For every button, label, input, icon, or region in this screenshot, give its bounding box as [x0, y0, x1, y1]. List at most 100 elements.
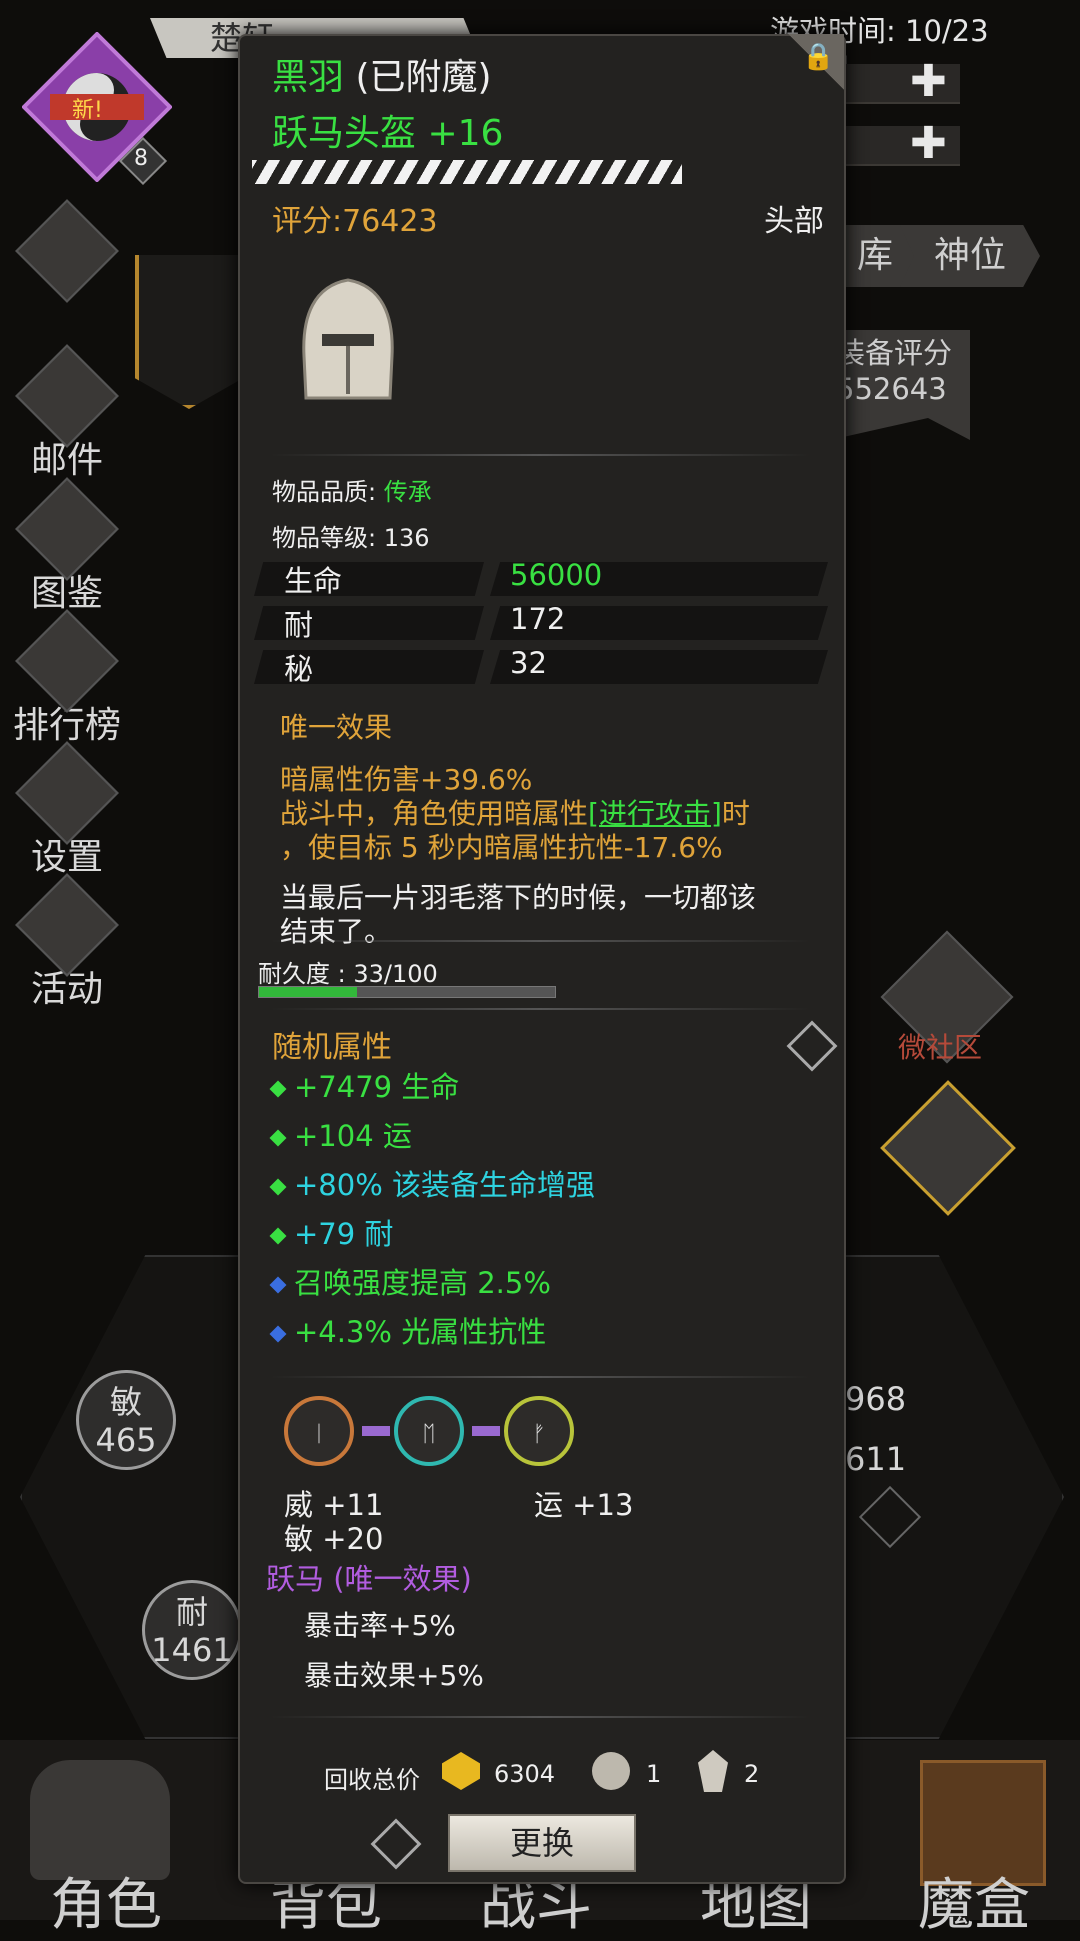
flavor-text-2: 结束了。 — [280, 915, 393, 948]
quality-value: 传承 — [383, 478, 432, 506]
random-attribute: +79 耐 — [269, 1211, 393, 1253]
banner — [135, 255, 243, 409]
random-attribute-text: +4.3% 光属性抗性 — [294, 1315, 547, 1349]
socket-link — [362, 1426, 390, 1436]
helmet-icon — [296, 276, 400, 410]
socket-1[interactable]: ᛁ — [284, 1396, 354, 1466]
community-label[interactable]: 微社区 — [898, 1026, 982, 1066]
random-attribute: +104 运 — [269, 1113, 412, 1155]
socket-2[interactable]: ᛖ — [394, 1396, 464, 1466]
recycle-value-2: 1 — [646, 1760, 662, 1788]
set-effect-1: 暴击率+5% — [304, 1609, 456, 1642]
divider — [270, 454, 810, 456]
item-name: 黑羽 — [272, 57, 345, 98]
info-icon[interactable] — [786, 1020, 838, 1072]
player-emblem[interactable]: 新! 8 — [21, 31, 173, 186]
stat-name: 耐 — [284, 608, 314, 642]
sidebar-item-menu[interactable] — [12, 199, 122, 303]
stat-value: 1461 — [151, 1631, 233, 1669]
crystal-shard-icon — [698, 1750, 728, 1792]
level-row: 物品等级: 136 — [272, 518, 430, 553]
enchant-tag: (已附魔) — [355, 57, 492, 98]
diamond-icon — [15, 199, 119, 303]
stat-value-right-1: 968 — [845, 1380, 907, 1418]
unique-effect-line-3: ，使目标 5 秒内暗属性抗性-17.6% — [280, 831, 723, 864]
level-label: 物品等级: — [272, 524, 377, 552]
sidebar-item-ranking[interactable]: 排行榜 — [12, 609, 122, 748]
recycle-value-3: 2 — [744, 1760, 760, 1788]
stat-name: 生命 — [284, 564, 343, 598]
stat-name: 秘 — [284, 652, 314, 686]
random-attribute-text: +104 运 — [294, 1119, 412, 1153]
tab-divine-seat[interactable]: 神位 — [900, 225, 1040, 287]
set-effect-2: 暴击效果+5% — [304, 1659, 484, 1692]
enhance-progress — [252, 160, 682, 184]
socket-link — [472, 1426, 500, 1436]
durability-fill — [259, 987, 357, 997]
random-attribute: +4.3% 光属性抗性 — [269, 1309, 547, 1351]
random-attribute: +7479 生命 — [269, 1064, 460, 1106]
random-attributes-title: 随机属性 — [272, 1030, 392, 1065]
new-badge: 新! — [72, 98, 103, 123]
socket-3[interactable]: ᚠ — [504, 1396, 574, 1466]
equip-score-label: 装备评分 — [836, 336, 953, 370]
stat-row: 耐 172 — [254, 602, 828, 642]
rune-coin-icon — [592, 1752, 630, 1790]
gem-icon — [269, 1227, 287, 1245]
lock-icon[interactable]: 🔒 — [802, 42, 834, 72]
item-score: 评分:76423 — [272, 204, 438, 239]
equip-score-value: 552643 — [836, 372, 947, 406]
gem-icon — [269, 1276, 287, 1294]
stat-row: 生命 56000 — [254, 558, 828, 598]
winged-emblem-icon[interactable] — [880, 1080, 1016, 1216]
replace-button[interactable]: 更换 — [448, 1814, 636, 1872]
sidebar-item-events[interactable]: 活动 — [12, 873, 122, 1012]
socket-bonus-3: 敏 +20 — [284, 1522, 384, 1556]
stat-row: 秘 32 — [254, 646, 828, 686]
sidebar-item-settings[interactable]: 设置 — [12, 741, 122, 880]
stat-value: 56000 — [510, 558, 603, 592]
sidebar-item-mail[interactable]: 邮件 — [12, 344, 122, 483]
random-attribute-text: +80% 该装备生命增强 — [294, 1168, 595, 1202]
item-tooltip: 黑羽 (已附魔) 🔒 跃马头盔 +16 评分:76423 头部 物品品质: 传承… — [238, 34, 846, 1884]
durability-bar — [258, 986, 556, 998]
stat-agility: 敏 465 — [76, 1370, 176, 1470]
level-badge: 8 — [134, 146, 148, 171]
gem-icon — [269, 1325, 287, 1343]
stat-value: 465 — [95, 1421, 157, 1459]
random-attribute: +80% 该装备生命增强 — [269, 1162, 595, 1204]
unique-effect-title: 唯一效果 — [280, 711, 393, 744]
random-attribute-text: +7479 生命 — [294, 1070, 460, 1104]
stat-label: 耐 — [175, 1593, 208, 1631]
stat-endurance: 耐 1461 — [142, 1580, 242, 1680]
gem-icon — [269, 1178, 287, 1196]
quality-label: 物品品质: — [272, 478, 377, 506]
divider — [270, 1008, 810, 1010]
random-attribute: 召唤强度提高 2.5% — [269, 1260, 551, 1302]
gem-icon — [269, 1129, 287, 1147]
add-resource-2-button[interactable]: ✚ — [910, 118, 947, 169]
divider — [270, 1716, 810, 1718]
set-title: 跃马 (唯一效果) — [266, 1562, 472, 1596]
stat-value: 32 — [510, 646, 547, 680]
gold-gem-icon — [442, 1752, 480, 1790]
random-attribute-text: 召唤强度提高 2.5% — [294, 1266, 551, 1300]
stat-value-right-2: 611 — [845, 1440, 907, 1478]
equip-score-banner: 装备评分 552643 — [830, 330, 970, 440]
quality-row: 物品品质: 传承 — [272, 472, 432, 507]
recycle-label: 回收总价 — [324, 1766, 420, 1794]
sidebar-item-codex[interactable]: 图鉴 — [12, 477, 122, 616]
durability-label: 耐久度 : 33/100 — [258, 960, 438, 988]
level-value: 136 — [383, 524, 430, 552]
item-base-name: 跃马头盔 +16 — [272, 113, 504, 154]
nav-character[interactable]: 角色 — [50, 1860, 162, 1941]
stat-value: 172 — [510, 602, 566, 636]
share-icon[interactable] — [370, 1818, 422, 1870]
socket-bonus-2: 运 +13 — [534, 1488, 634, 1522]
stat-label: 敏 — [109, 1383, 142, 1421]
unique-text: 时 — [721, 797, 750, 830]
nav-magic-box[interactable]: 魔盒 — [918, 1860, 1030, 1941]
add-resource-1-button[interactable]: ✚ — [910, 56, 947, 107]
divider — [270, 940, 810, 942]
recycle-value-1: 6304 — [494, 1760, 556, 1788]
